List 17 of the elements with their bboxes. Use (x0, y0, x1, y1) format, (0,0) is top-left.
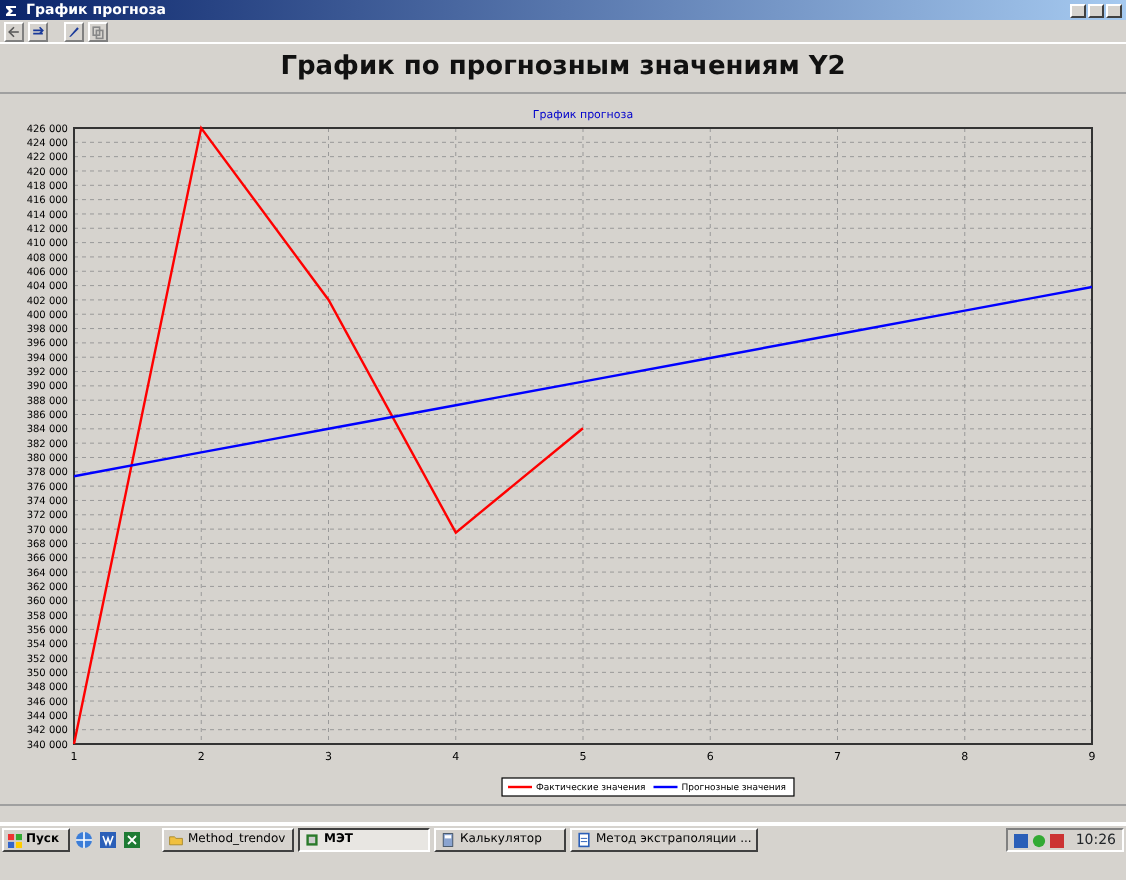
globe-icon[interactable] (74, 830, 94, 850)
document-icon[interactable] (98, 830, 118, 850)
copy-button[interactable] (88, 22, 108, 42)
back-arrow-button[interactable] (4, 22, 24, 42)
windows-logo (8, 833, 22, 847)
folder-icon (168, 832, 184, 848)
pencil-button[interactable] (64, 22, 84, 42)
minimize-button[interactable] (1070, 3, 1086, 17)
forward-arrow-button[interactable] (28, 22, 48, 42)
app-icon (304, 832, 320, 848)
document-icon (576, 832, 592, 848)
app-icon (4, 3, 18, 17)
close-button[interactable] (1106, 3, 1122, 17)
chart-heading: График по прогнозным значениям Y2 (280, 50, 846, 87)
maximize-button[interactable] (1088, 3, 1104, 17)
calculator-icon (440, 832, 456, 848)
spreadsheet-icon[interactable] (122, 830, 142, 850)
